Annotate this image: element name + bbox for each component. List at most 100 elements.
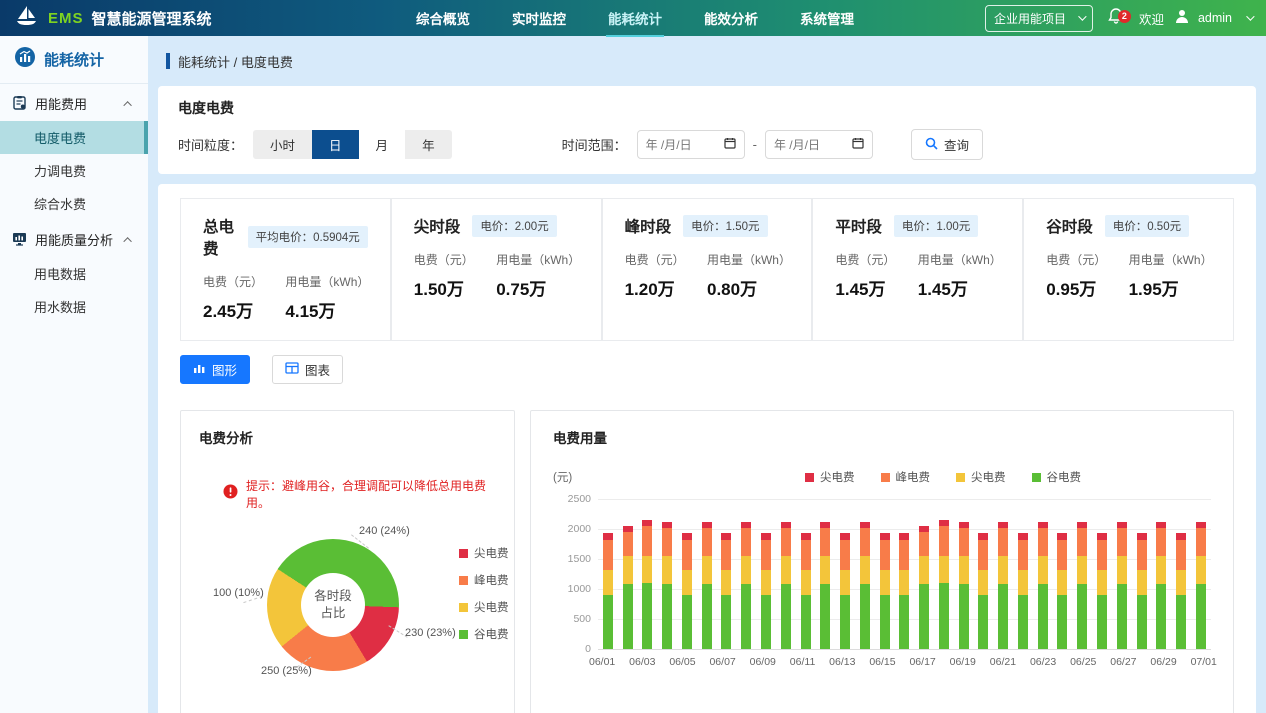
search-icon: [925, 137, 938, 153]
granularity-option-1[interactable]: 日: [312, 130, 359, 159]
bar-segment: [682, 533, 692, 540]
bar-06/10[interactable]: [781, 499, 791, 649]
legend-label: 尖电费: [971, 469, 1006, 485]
stat-card-0: 总电费平均电价：0.5904元电费（元）2.45万用电量（kWh）4.15万: [180, 198, 391, 341]
bar-06/03[interactable]: [642, 499, 652, 649]
menu-item-0-2[interactable]: 综合水费: [0, 187, 148, 220]
legend-swatch: [881, 473, 890, 482]
legend-item-0[interactable]: 尖电费: [805, 469, 855, 485]
bar-06/26[interactable]: [1097, 499, 1107, 649]
bar-segment: [662, 556, 672, 584]
nav-item-2[interactable]: 能耗统计: [606, 0, 664, 37]
legend-item-3[interactable]: 谷电费: [459, 626, 509, 642]
bar-segment: [1018, 595, 1028, 649]
usage-value: 1.45万: [918, 275, 1000, 300]
search-button[interactable]: 查询: [911, 129, 983, 160]
menu-group-0[interactable]: 用能费用: [0, 84, 148, 121]
bar-segment: [741, 584, 751, 649]
sidebar-title: 能耗统计: [44, 49, 104, 70]
user-menu-chevron-icon[interactable]: [1246, 12, 1254, 20]
bar-segment: [662, 584, 672, 649]
bar-segment: [662, 528, 672, 556]
date-input-start[interactable]: 年 /月/日: [637, 130, 745, 159]
stat-card-title: 谷时段: [1046, 215, 1093, 237]
bar-06/23[interactable]: [1038, 499, 1048, 649]
legend-item-2[interactable]: 尖电费: [956, 469, 1006, 485]
range-label: 时间范围：: [562, 135, 627, 154]
bar-06/21[interactable]: [998, 499, 1008, 649]
view-graph-button[interactable]: 图形: [180, 355, 250, 384]
x-tick-06/01: 06/01: [589, 656, 615, 668]
bar-06/18[interactable]: [939, 499, 949, 649]
bar-segment: [899, 570, 909, 595]
bar-06/07[interactable]: [721, 499, 731, 649]
notification-bell[interactable]: 2: [1107, 7, 1125, 30]
bar-segment: [741, 556, 751, 584]
menu-item-0-1[interactable]: 力调电费: [0, 154, 148, 187]
menu-item-1-0[interactable]: 用电数据: [0, 257, 148, 290]
project-select[interactable]: 企业用能项目: [985, 5, 1093, 32]
legend-item-1[interactable]: 峰电费: [881, 469, 931, 485]
menu-item-0-0[interactable]: 电度电费: [0, 121, 148, 154]
brand-title: 智慧能源管理系统: [92, 8, 212, 29]
x-tick-06/15: 06/15: [869, 656, 895, 668]
price-badge: 电价：2.00元: [472, 215, 556, 237]
nav-item-0[interactable]: 综合概览: [414, 0, 472, 37]
bar-segment: [919, 584, 929, 649]
bar-06/06[interactable]: [702, 499, 712, 649]
table-icon: [285, 362, 299, 377]
bar-segment: [939, 583, 949, 649]
bar-06/13[interactable]: [840, 499, 850, 649]
bar-segment: [959, 584, 969, 649]
bar-06/28[interactable]: [1137, 499, 1147, 649]
bar-06/15[interactable]: [880, 499, 890, 649]
menu-group-1[interactable]: 用能质量分析: [0, 220, 148, 257]
fee-value: 1.45万: [835, 275, 917, 300]
bar-06/16[interactable]: [899, 499, 909, 649]
bar-06/05[interactable]: [682, 499, 692, 649]
bar-06/29[interactable]: [1156, 499, 1166, 649]
bar-06/20[interactable]: [978, 499, 988, 649]
menu-item-1-1[interactable]: 用水数据: [0, 290, 148, 323]
donut-ring[interactable]: 各时段 占比: [267, 539, 399, 671]
x-axis-labels: 06/0106/0306/0506/0706/0906/1106/1306/15…: [589, 656, 1217, 668]
legend-item-3[interactable]: 谷电费: [1032, 469, 1082, 485]
y-tick-2000: 2000: [568, 523, 591, 535]
bar-06/08[interactable]: [741, 499, 751, 649]
granularity-option-0[interactable]: 小时: [253, 130, 312, 159]
calendar-icon: [852, 137, 864, 152]
bar-06/09[interactable]: [761, 499, 771, 649]
bar-06/25[interactable]: [1077, 499, 1087, 649]
bar-06/04[interactable]: [662, 499, 672, 649]
bar-06/02[interactable]: [623, 499, 633, 649]
legend-item-2[interactable]: 尖电费: [459, 599, 509, 615]
bar-06/19[interactable]: [959, 499, 969, 649]
view-table-button[interactable]: 图表: [272, 355, 343, 384]
bar-06/22[interactable]: [1018, 499, 1028, 649]
granularity-segmented-control: 小时日月年: [253, 130, 452, 159]
granularity-option-2[interactable]: 月: [359, 130, 406, 159]
bar-07/01[interactable]: [1196, 499, 1206, 649]
date-input-end[interactable]: 年 /月/日: [765, 130, 873, 159]
bar-06/30[interactable]: [1176, 499, 1186, 649]
nav-item-3[interactable]: 能效分析: [702, 0, 760, 37]
filter-title: 电度电费: [178, 98, 1236, 118]
bar-06/24[interactable]: [1057, 499, 1067, 649]
fee-analysis-card: 电费分析 提示：避峰用谷，合理调配可以降低总用电费用。 各时段: [180, 410, 515, 713]
bar-06/01[interactable]: [603, 499, 613, 649]
nav-item-1[interactable]: 实时监控: [510, 0, 568, 37]
legend-item-1[interactable]: 峰电费: [459, 572, 509, 588]
legend-item-0[interactable]: 尖电费: [459, 545, 509, 561]
bar-segment: [860, 556, 870, 584]
bar-06/17[interactable]: [919, 499, 929, 649]
bar-06/27[interactable]: [1117, 499, 1127, 649]
nav-item-4[interactable]: 系统管理: [798, 0, 856, 37]
bar-06/14[interactable]: [860, 499, 870, 649]
granularity-option-3[interactable]: 年: [405, 130, 452, 159]
legend-label: 谷电费: [1047, 469, 1082, 485]
bar-06/12[interactable]: [820, 499, 830, 649]
bar-segment: [939, 526, 949, 556]
usage-label: 用电量（kWh）: [918, 251, 1000, 268]
bar-06/11[interactable]: [801, 499, 811, 649]
bar-segment: [978, 533, 988, 540]
